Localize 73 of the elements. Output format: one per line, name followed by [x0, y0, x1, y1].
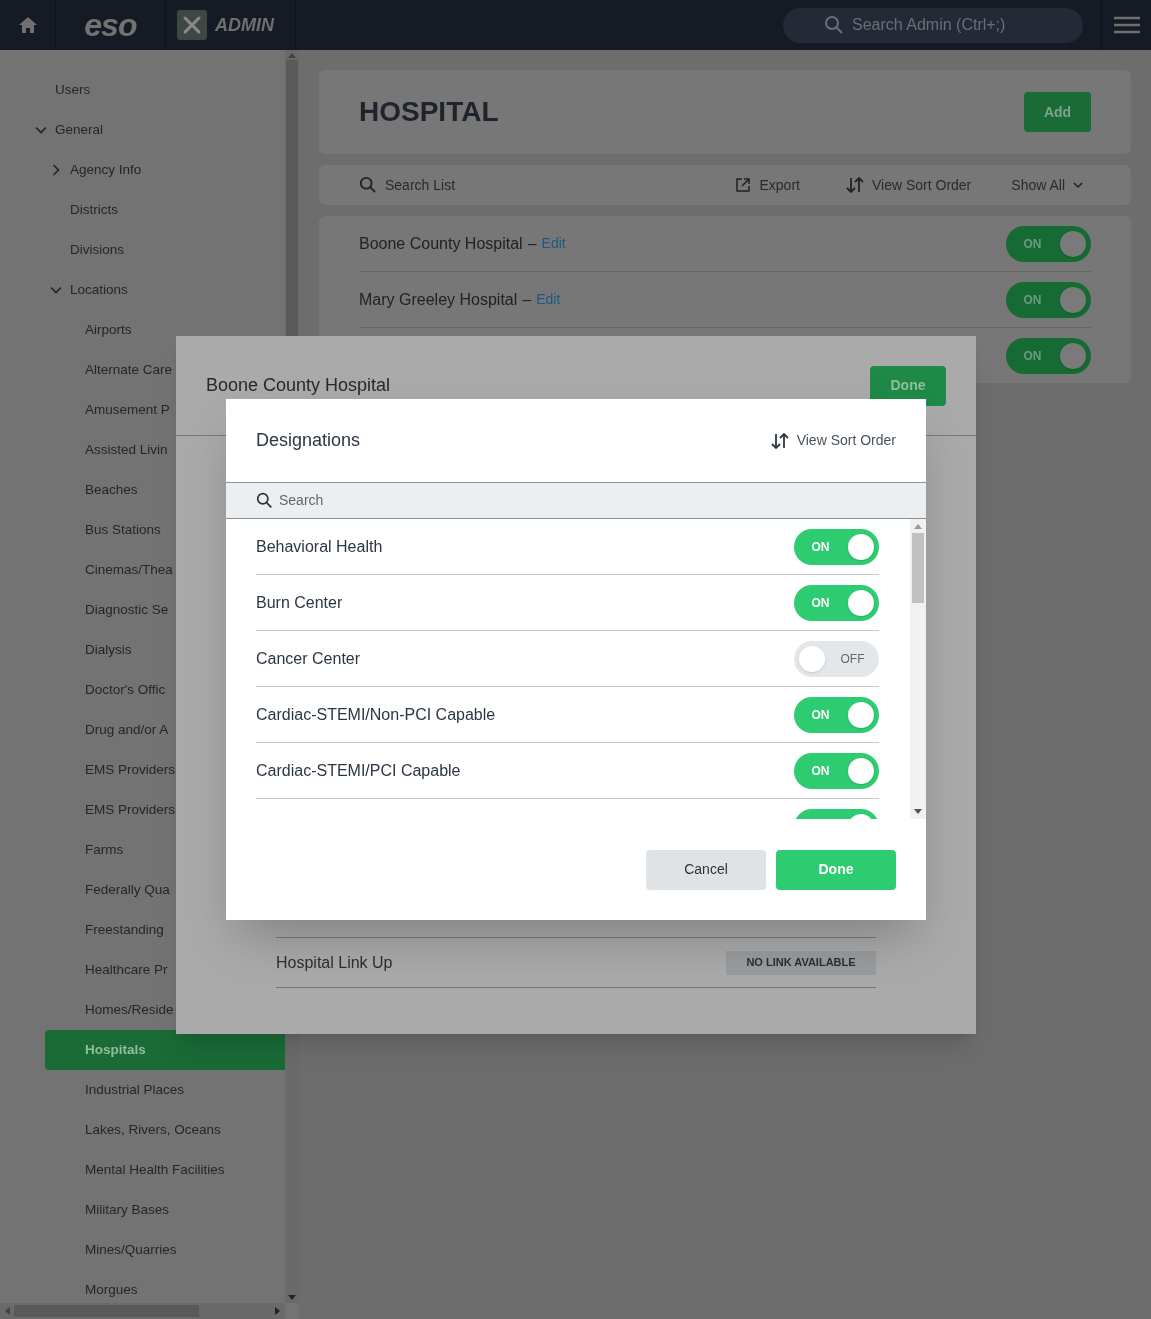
sidebar-item[interactable]: Airports [0, 310, 285, 350]
dialog-title: Boone County Hospital [206, 374, 392, 397]
designation-label: Behavioral Health [256, 536, 384, 557]
hospital-name: Mary Greeley Hospital [359, 289, 518, 310]
status-badge: NO LINK AVAILABLE [726, 950, 876, 975]
toggle-switch[interactable]: ON [1006, 281, 1091, 318]
sidebar-item[interactable]: Districts [0, 190, 285, 230]
show-all-dropdown[interactable]: Show All [1011, 174, 1083, 196]
page-title: HOSPITAL [359, 95, 500, 129]
toggle-switch[interactable]: OFF [794, 640, 879, 677]
view-sort-order-link[interactable]: View Sort Order [871, 174, 972, 196]
cancel-button[interactable]: Cancel [646, 849, 766, 890]
home-icon[interactable] [17, 15, 38, 35]
search-field[interactable]: Search [279, 490, 896, 511]
sidebar-item[interactable]: Agency Info [0, 150, 285, 190]
search-box[interactable]: Search Admin (Ctrl+;) [783, 7, 1083, 43]
scroll-left-icon[interactable] [4, 1307, 10, 1315]
scrollbar[interactable] [0, 1303, 285, 1319]
export-link[interactable]: Export [759, 174, 800, 196]
sidebar-item[interactable]: Industrial Places [0, 1070, 285, 1110]
add-button[interactable]: Add [1024, 92, 1091, 132]
chevron-down-icon [1073, 181, 1083, 189]
chevron-down-icon[interactable] [35, 124, 47, 136]
designation-label: Cardiac-STEMI/PCI Capable [256, 760, 462, 781]
scrollbar-thumb[interactable] [912, 533, 924, 603]
designation-label: Burn Center [256, 592, 344, 613]
edit-link[interactable]: Edit [536, 289, 561, 310]
logo[interactable]: eso [84, 9, 137, 41]
sidebar-item[interactable]: Morgues [0, 1270, 285, 1303]
hospital-name: Boone County Hospital [359, 233, 523, 254]
toggle-switch[interactable]: ON [794, 584, 879, 621]
dash: – [527, 233, 537, 254]
search-icon [824, 15, 844, 35]
sort-icon [770, 432, 789, 449]
edit-link[interactable]: Edit [541, 233, 566, 254]
toggle-switch[interactable]: ON [1006, 225, 1091, 262]
chevron-down-icon[interactable] [50, 284, 62, 296]
designation-label: Cancer Center [256, 648, 362, 669]
sidebar-item[interactable]: Hospitals [45, 1030, 285, 1070]
search-icon [256, 492, 273, 509]
search-list-link[interactable]: Search List [385, 174, 456, 196]
scroll-down-icon[interactable] [914, 809, 922, 815]
export-icon [735, 177, 752, 193]
sidebar-item[interactable]: General [0, 110, 285, 150]
done-button[interactable]: Done [776, 849, 896, 890]
sort-icon [845, 177, 864, 193]
scrollbar[interactable] [910, 519, 926, 819]
toggle-switch[interactable]: ON [794, 528, 879, 565]
toggle-switch[interactable]: ON [794, 696, 879, 733]
search-field[interactable]: Search Admin (Ctrl+;) [852, 13, 1042, 37]
chevron-right-icon[interactable] [50, 164, 62, 176]
search-box[interactable]: Search [226, 483, 926, 519]
scroll-up-icon[interactable] [288, 52, 296, 58]
designation-label: Cardiac-STEMI/Non-PCI Capable [256, 704, 497, 725]
dialog-title: Designations [256, 429, 362, 452]
search-icon [359, 176, 377, 194]
scroll-down-icon[interactable] [288, 1295, 296, 1301]
sidebar-item[interactable]: Users [0, 70, 285, 110]
sidebar-item[interactable]: Military Bases [0, 1190, 285, 1230]
scroll-up-icon[interactable] [914, 523, 922, 529]
sidebar-item[interactable]: Locations [0, 270, 285, 310]
toggle-switch[interactable]: ON [1006, 337, 1091, 374]
view-sort-order-link[interactable]: View Sort Order [796, 430, 896, 451]
menu-icon[interactable] [1113, 16, 1140, 34]
sidebar-item[interactable]: Divisions [0, 230, 285, 270]
sidebar-item[interactable]: Lakes, Rivers, Oceans [0, 1110, 285, 1150]
sidebar-item[interactable]: Mines/Quarries [0, 1230, 285, 1270]
scroll-right-icon[interactable] [275, 1307, 281, 1315]
sidebar-item[interactable]: Mental Health Facilities [0, 1150, 285, 1190]
toggle-switch[interactable]: ON [794, 752, 879, 789]
app-name: ADMIN [215, 13, 274, 37]
field-label: Hospital Link Up [276, 952, 394, 973]
dash: – [522, 289, 532, 310]
